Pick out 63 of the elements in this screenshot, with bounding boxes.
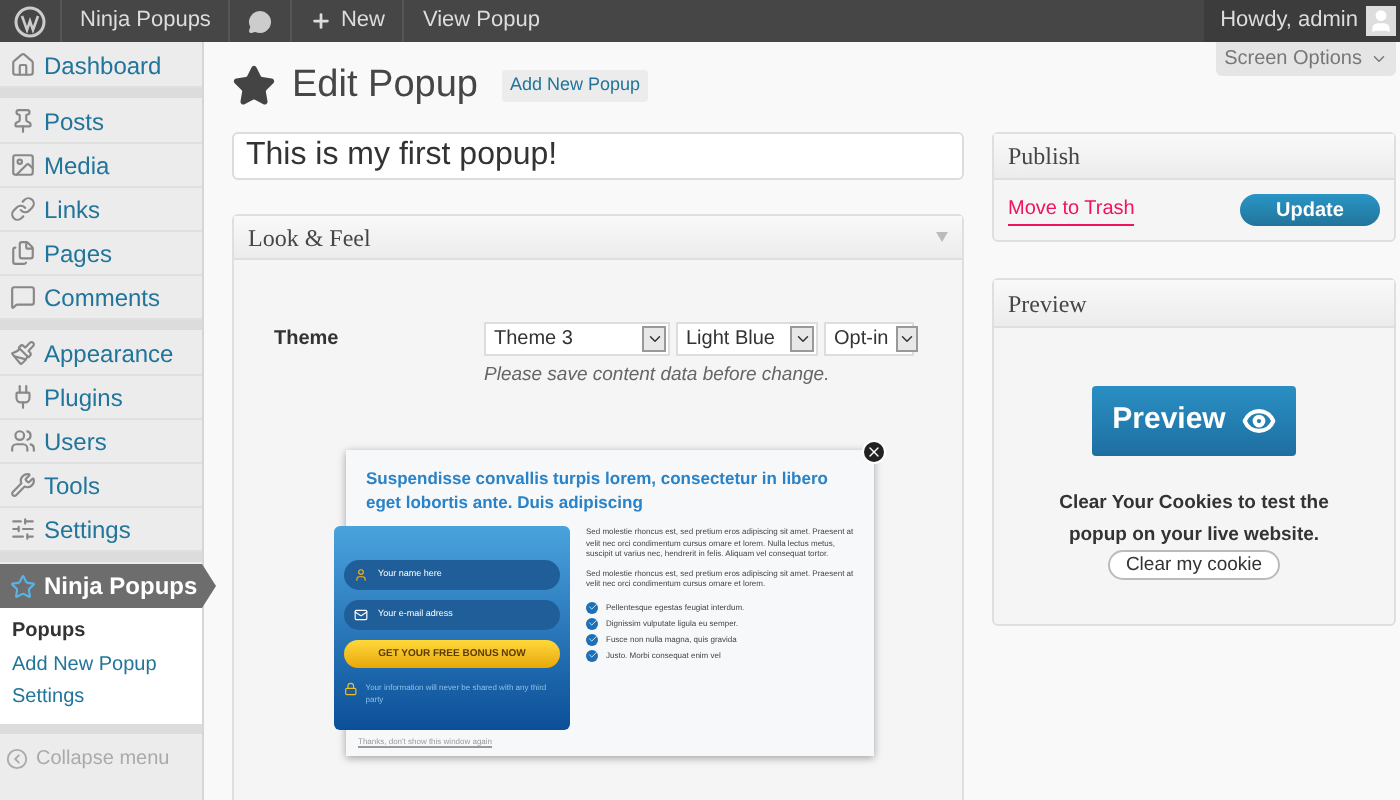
caret-icon	[1370, 50, 1388, 68]
check-icon	[586, 649, 598, 662]
image-icon	[10, 152, 36, 178]
panel-title: Preview	[1008, 287, 1087, 321]
avatar-icon	[1366, 6, 1396, 36]
link-icon	[10, 196, 36, 222]
preview-note: Clear Your Cookies to test the popup on your live website.	[1057, 490, 1331, 550]
toggle-arrow-icon[interactable]	[936, 232, 948, 242]
plus-icon	[310, 10, 333, 32]
comment-bubble-icon	[248, 9, 273, 33]
envelope-icon	[354, 608, 368, 623]
menu-item[interactable]: Posts	[0, 100, 202, 144]
field-label: Theme	[274, 326, 341, 354]
check-icon	[586, 633, 598, 646]
move-to-trash-link[interactable]: Move to Trash	[1008, 194, 1135, 226]
dropdown[interactable]: Opt-in	[824, 322, 914, 356]
check-icon	[586, 601, 598, 614]
submenu-item[interactable]: Popups	[0, 616, 202, 649]
eye-icon	[1241, 404, 1276, 438]
wrench-icon	[10, 472, 36, 498]
comment-icon	[10, 284, 36, 310]
menu-item[interactable]: Links	[0, 188, 202, 232]
brush-icon	[10, 340, 36, 366]
panel-title: Look & Feel	[248, 221, 371, 255]
menu-item[interactable]: Media	[0, 144, 202, 188]
account-menu[interactable]: Howdy, admin	[1204, 0, 1400, 42]
pages-icon	[10, 240, 36, 266]
submenu-item[interactable]: Settings	[0, 682, 202, 715]
screen-options-tab[interactable]: Screen Options	[1216, 42, 1396, 76]
menu-item[interactable]: Comments	[0, 276, 202, 320]
help-text: Please save content data before change.	[484, 362, 832, 390]
popup-heading: Suspendisse convallis turpis lorem, consectetur in libero eget lobortis ante. Duis adipiscing	[364, 466, 830, 515]
pin-icon	[10, 108, 36, 134]
preview-button[interactable]: Preview	[1092, 386, 1296, 456]
update-button[interactable]: Update	[1240, 194, 1380, 226]
star-icon	[10, 573, 36, 599]
add-new-button[interactable]: Add New Popup	[501, 70, 649, 102]
menu-item[interactable]: Users	[0, 420, 202, 464]
star-icon	[232, 64, 276, 108]
clear-cookie-button[interactable]: Clear my cookie	[1107, 550, 1281, 580]
check-icon	[586, 617, 598, 630]
lock-icon	[344, 682, 358, 697]
dropdown[interactable]: Theme 3	[484, 322, 670, 356]
sliders-icon	[10, 516, 36, 542]
admin-bar-link[interactable]: New	[292, 0, 405, 42]
wordpress-logo-icon[interactable]	[14, 5, 46, 37]
collapse-icon	[6, 747, 28, 769]
menu-item[interactable]: Dashboard	[0, 44, 202, 88]
menu-item[interactable]: Appearance	[0, 332, 202, 376]
admin-bar-link[interactable]: View Popup	[404, 0, 558, 42]
plug-icon	[10, 384, 36, 410]
dropdown[interactable]: Light Blue	[676, 322, 818, 356]
users-icon	[10, 428, 36, 454]
menu-item[interactable]: Pages	[0, 232, 202, 276]
menu-item[interactable]: Plugins	[0, 376, 202, 420]
panel-title: Publish	[1008, 140, 1081, 174]
menu-item[interactable]: Settings	[0, 508, 202, 552]
page-title: Edit Popup	[292, 61, 478, 110]
person-icon	[354, 568, 368, 583]
home-icon	[10, 52, 36, 78]
title-field[interactable]: This is my first popup!	[232, 132, 964, 180]
menu-item[interactable]: Tools	[0, 464, 202, 508]
submenu-item[interactable]: Add New Popup	[0, 649, 202, 682]
